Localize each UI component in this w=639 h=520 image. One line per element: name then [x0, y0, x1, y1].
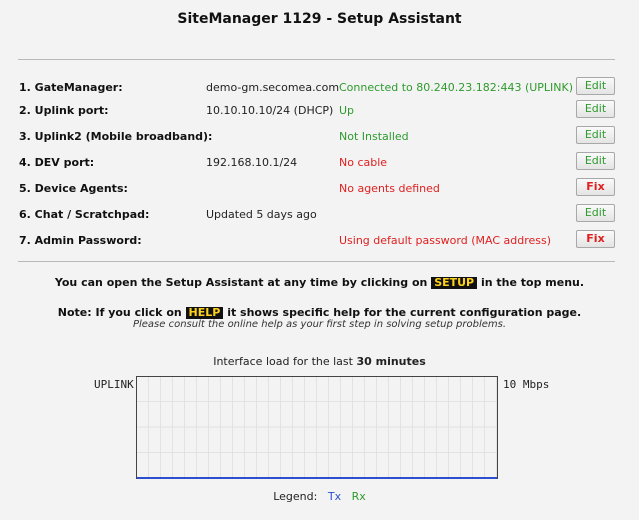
row-label: 6. Chat / Scratchpad:	[19, 208, 150, 221]
row-admin-password: 7. Admin Password: Using default password…	[0, 230, 639, 250]
legend-label: Legend:	[273, 490, 318, 503]
chart-title: Interface load for the last 30 minutes	[0, 355, 639, 368]
setup-note: You can open the Setup Assistant at any …	[0, 276, 639, 289]
chart-right-label: 10 Mbps	[503, 378, 550, 391]
device-agents-fix-button[interactable]: Fix	[576, 178, 615, 196]
row-value: Updated 5 days ago	[206, 208, 317, 221]
row-status: Using default password (MAC address)	[339, 234, 552, 247]
legend-tx: Tx	[327, 490, 342, 503]
row-status: Connected to 80.240.23.182:443 (UPLINK)	[339, 81, 574, 94]
row-uplink2-mobile-broadband: 3. Uplink2 (Mobile broadband): Not Instal…	[0, 126, 639, 146]
top-divider	[18, 59, 615, 60]
chart-title-text: Interface load for the last	[213, 355, 353, 368]
load-chart	[136, 376, 498, 479]
admin-password-fix-button[interactable]: Fix	[576, 230, 615, 248]
uplink2-mobile-broadband-edit-button[interactable]: Edit	[576, 126, 615, 144]
row-label: 3. Uplink2 (Mobile broadband):	[19, 130, 213, 143]
uplink-port-edit-button[interactable]: Edit	[576, 100, 615, 118]
legend-rx: Rx	[351, 490, 366, 503]
row-gatemanager: 1. GateManager: demo-gm.secomea.com Connec…	[0, 77, 639, 97]
chart-left-label: UPLINK	[94, 378, 134, 391]
row-label: 2. Uplink port:	[19, 104, 109, 117]
row-label: 4. DEV port:	[19, 156, 95, 169]
setup-note-suffix: in the top menu.	[480, 276, 585, 289]
help-subnote: Please consult the online help as your f…	[132, 319, 507, 330]
row-label: 7. Admin Password:	[19, 234, 142, 247]
help-menu-tag: HELP	[185, 307, 224, 319]
row-value: 192.168.10.1/24	[206, 156, 298, 169]
row-value: 10.10.10.10/24 (DHCP)	[206, 104, 334, 117]
help-note: Note: If you click on HELP it shows spec…	[0, 306, 639, 319]
row-status: Up	[339, 104, 355, 117]
row-device-agents: 5. Device Agents: No agents defined Fix	[0, 178, 639, 198]
row-status: No cable	[339, 156, 388, 169]
row-status: No agents defined	[339, 182, 440, 195]
row-label: 1. GateManager:	[19, 81, 123, 94]
row-chat-scratchpad: 6. Chat / Scratchpad: Updated 5 days ago E…	[0, 204, 639, 224]
chart-legend: Legend: Tx Rx	[0, 490, 639, 503]
page-title: SiteManager 1129 - Setup Assistant	[177, 11, 462, 27]
row-label: 5. Device Agents:	[19, 182, 128, 195]
row-dev-port: 4. DEV port: 192.168.10.1/24 No cable Edit	[0, 152, 639, 172]
setup-note-text: You can open the Setup Assistant at any …	[54, 276, 428, 289]
chart-title-period: 30 minutes	[356, 355, 426, 368]
chat-scratchpad-edit-button[interactable]: Edit	[576, 204, 615, 222]
setup-menu-tag: SETUP	[431, 277, 478, 289]
dev-port-edit-button[interactable]: Edit	[576, 152, 615, 170]
row-uplink-port: 2. Uplink port: 10.10.10.10/24 (DHCP) Up Ed…	[0, 100, 639, 120]
gatemanager-edit-button[interactable]: Edit	[576, 77, 615, 95]
bottom-divider	[18, 261, 615, 262]
row-value: demo-gm.secomea.com	[206, 81, 340, 94]
help-note-suffix: it shows specific help for the current c…	[227, 306, 582, 319]
help-note-text: Note: If you click on	[57, 306, 182, 319]
row-status: Not Installed	[339, 130, 409, 143]
